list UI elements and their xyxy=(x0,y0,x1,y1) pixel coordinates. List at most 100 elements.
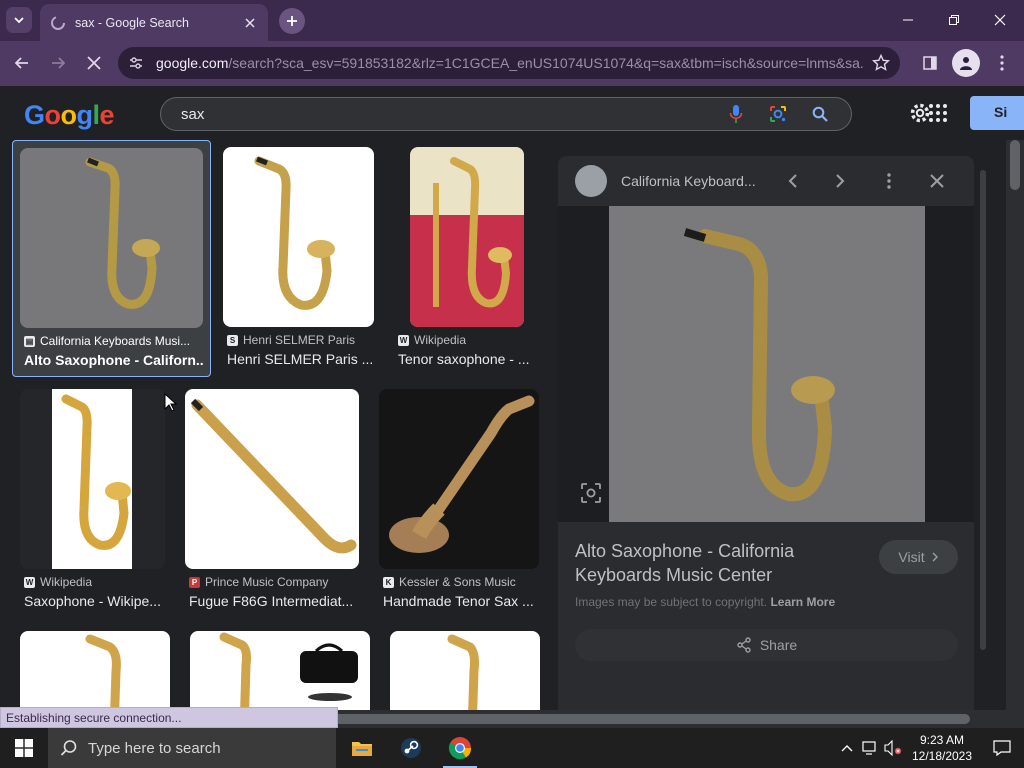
profile-icon xyxy=(960,57,972,70)
lens-search-button[interactable] xyxy=(767,103,789,125)
panel-more-button[interactable] xyxy=(879,171,899,191)
share-button[interactable]: Share xyxy=(575,629,958,661)
result-title[interactable]: Fugue F86G Intermediat... xyxy=(189,593,359,609)
taskbar-app-steam[interactable] xyxy=(388,728,434,768)
site-info-icon[interactable] xyxy=(128,55,144,71)
result-title[interactable]: Handmade Tenor Sax ... xyxy=(383,593,539,609)
vertical-scrollbar-thumb[interactable] xyxy=(1010,140,1020,190)
image-result-card[interactable]: S Henri SELMER Paris Henri SELMER Paris … xyxy=(223,147,375,377)
image-result-card[interactable]: ▤ California Keyboards Musi... Alto Saxo… xyxy=(12,140,211,377)
voice-search-button[interactable] xyxy=(725,103,747,125)
result-source-name: Kessler & Sons Music xyxy=(399,575,516,589)
address-bar[interactable]: google.com/search?sca_esv=591853182&rlz=… xyxy=(118,47,900,79)
image-result-card[interactable]: P Prince Music Company Fugue F86G Interm… xyxy=(185,389,360,619)
result-source: ▤ California Keyboards Musi... xyxy=(24,334,204,348)
taskbar-clock[interactable]: 9:23 AM 12/18/2023 xyxy=(904,732,980,764)
panel-site-name[interactable]: California Keyboard... xyxy=(621,173,756,189)
active-tab[interactable]: sax - Google Search xyxy=(40,4,268,41)
result-source: W Wikipedia xyxy=(398,333,540,347)
logo-letter: g xyxy=(76,100,94,130)
forward-button[interactable] xyxy=(46,51,70,75)
result-thumbnail[interactable] xyxy=(410,147,524,327)
image-result-card[interactable] xyxy=(20,631,170,710)
taskbar-app-chrome[interactable] xyxy=(437,728,483,768)
url-text: google.com/search?sca_esv=591853182&rlz=… xyxy=(156,55,864,71)
plus-icon xyxy=(287,16,297,26)
google-apps-icon[interactable] xyxy=(928,103,948,123)
visual-search-icon[interactable] xyxy=(580,482,602,504)
taskbar-search-placeholder: Type here to search xyxy=(88,739,221,757)
status-bubble: Establishing secure connection... xyxy=(0,707,338,728)
panel-scrollbar-thumb[interactable] xyxy=(980,170,986,650)
new-tab-button[interactable] xyxy=(279,8,305,34)
tray-volume-button[interactable] xyxy=(884,739,902,757)
wikipedia-icon: W xyxy=(24,576,35,588)
result-thumbnail[interactable] xyxy=(223,147,374,327)
vertical-scrollbar[interactable] xyxy=(1006,140,1024,710)
back-button[interactable] xyxy=(10,51,34,75)
sign-in-button[interactable]: Si xyxy=(970,96,1024,130)
result-thumbnail[interactable] xyxy=(379,389,539,569)
search-icon xyxy=(60,740,77,756)
google-logo[interactable]: Google xyxy=(24,100,115,131)
result-thumbnail[interactable] xyxy=(20,389,165,569)
page-icon: ▤ xyxy=(24,335,35,347)
restore-button[interactable] xyxy=(944,10,964,30)
visit-button[interactable]: Visit xyxy=(879,540,958,574)
panel-close-button[interactable] xyxy=(927,171,947,191)
stop-button[interactable] xyxy=(82,51,106,75)
result-title[interactable]: Tenor saxophone - ... xyxy=(398,351,540,367)
saxophone-case-image xyxy=(219,632,358,710)
result-thumbnail[interactable] xyxy=(190,631,370,710)
result-thumbnail[interactable] xyxy=(20,148,203,328)
tab-search-button[interactable] xyxy=(6,7,32,33)
logo-letter: e xyxy=(99,100,115,130)
result-thumbnail[interactable] xyxy=(390,631,540,710)
notification-center-button[interactable] xyxy=(980,728,1024,768)
tray-network-button[interactable] xyxy=(862,739,880,757)
result-title[interactable]: Alto Saxophone - Californ... xyxy=(24,352,204,368)
result-title[interactable]: Henri SELMER Paris ... xyxy=(227,351,375,367)
start-button[interactable] xyxy=(0,728,48,768)
next-image-button[interactable] xyxy=(830,171,850,191)
browser-menu-button[interactable] xyxy=(990,51,1014,75)
preview-image[interactable] xyxy=(609,206,925,522)
camera-lens-icon xyxy=(770,106,786,122)
preview-image-area xyxy=(558,206,974,522)
google-header: Google sax Si xyxy=(0,86,1024,140)
search-submit-button[interactable] xyxy=(809,103,831,125)
saxophone-image xyxy=(190,398,357,554)
image-result-card[interactable]: W Wikipedia Saxophone - Wikipe... xyxy=(20,389,166,619)
minimize-icon xyxy=(903,19,913,21)
taskbar-search[interactable]: Type here to search xyxy=(48,728,336,768)
image-result-card[interactable] xyxy=(390,631,540,710)
result-title[interactable]: Saxophone - Wikipe... xyxy=(24,593,166,609)
result-source-name: Wikipedia xyxy=(40,575,93,589)
result-thumbnail[interactable] xyxy=(185,389,359,569)
side-panel-button[interactable] xyxy=(918,51,942,75)
more-vert-icon xyxy=(1000,55,1004,71)
close-window-button[interactable] xyxy=(990,10,1010,30)
kessler-logo-icon: K xyxy=(383,576,394,588)
saxophone-image xyxy=(254,156,335,310)
close-icon xyxy=(994,14,1006,26)
search-box[interactable]: sax xyxy=(160,97,852,131)
result-thumbnail[interactable] xyxy=(20,631,170,710)
tab-close-button[interactable] xyxy=(242,15,258,31)
taskbar-app-file-explorer[interactable] xyxy=(339,728,385,768)
copyright-text: Images may be subject to copyright. xyxy=(575,595,768,609)
minimize-button[interactable] xyxy=(898,10,918,30)
close-icon xyxy=(87,56,101,70)
search-input[interactable]: sax xyxy=(181,106,705,123)
profile-button[interactable] xyxy=(952,49,980,77)
previous-image-button[interactable] xyxy=(783,171,803,191)
url-host: google.com xyxy=(156,55,229,71)
image-result-card[interactable]: W Wikipedia Tenor saxophone - ... xyxy=(394,147,540,377)
learn-more-link[interactable]: Learn More xyxy=(770,595,835,609)
image-result-card[interactable]: K Kessler & Sons Music Handmade Tenor Sa… xyxy=(379,389,540,619)
image-result-card[interactable] xyxy=(190,631,370,710)
panel-image-title[interactable]: Alto Saxophone - California Keyboards Mu… xyxy=(575,539,835,587)
panel-scrollbar[interactable] xyxy=(978,160,988,700)
tray-overflow-button[interactable] xyxy=(838,739,856,757)
bookmark-star-icon[interactable] xyxy=(872,54,890,72)
